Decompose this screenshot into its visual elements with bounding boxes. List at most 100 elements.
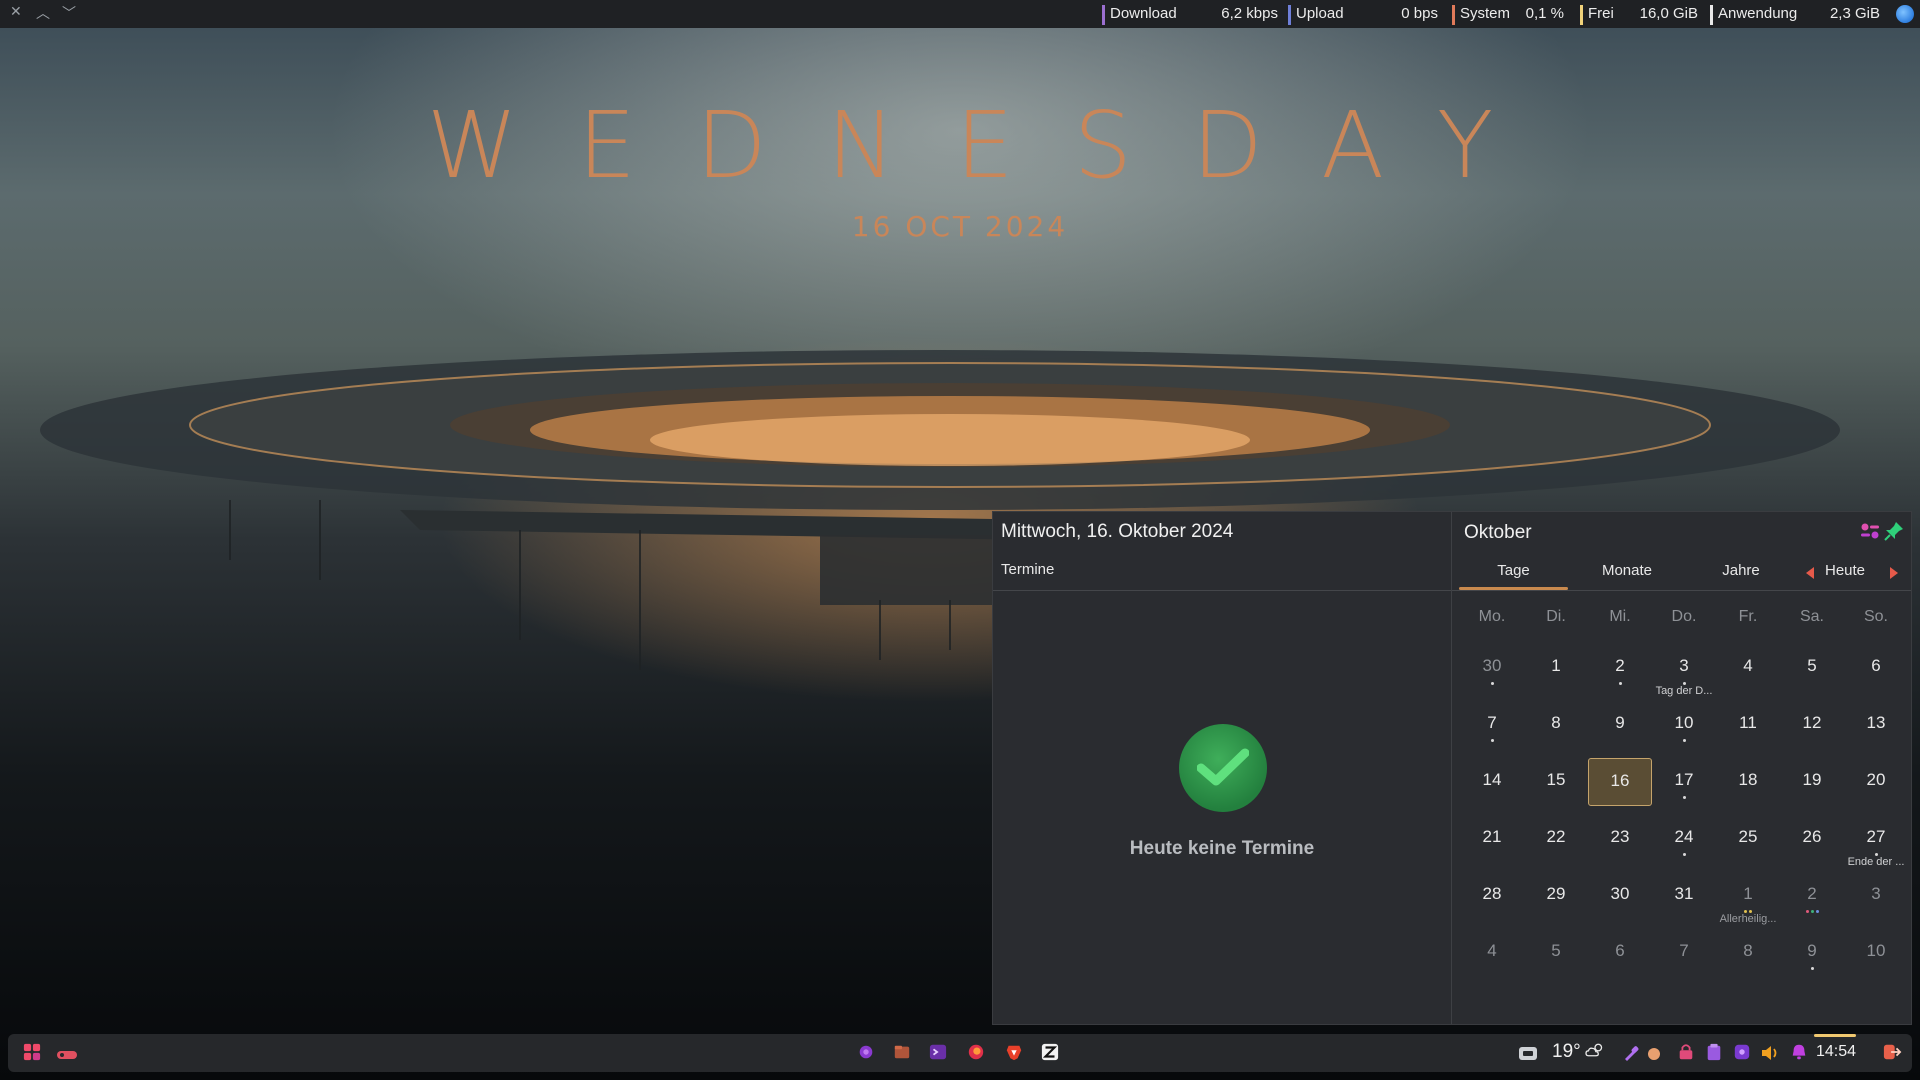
zed-editor-icon[interactable] <box>1040 1043 1060 1061</box>
event-label: Allerheilig... <box>1719 913 1777 925</box>
logout-icon[interactable] <box>1882 1043 1902 1061</box>
tab-years[interactable]: Jahre <box>1686 562 1796 579</box>
day-cell[interactable]: 8 <box>1716 929 1780 977</box>
settings-icon[interactable] <box>1859 520 1881 542</box>
chevron-down-icon[interactable]: ﹀ <box>62 3 76 23</box>
day-cell[interactable]: 18 <box>1716 758 1780 806</box>
day-cell[interactable]: 11 <box>1716 701 1780 749</box>
day-cell[interactable]: 5 <box>1524 929 1588 977</box>
day-cell[interactable]: 3 Tag der D... <box>1652 644 1716 697</box>
day-number: 10 <box>1866 941 1886 960</box>
brave-icon[interactable] <box>1004 1043 1024 1061</box>
cpu-label: System <box>1460 5 1511 22</box>
day-cell[interactable]: 8 <box>1524 701 1588 749</box>
day-cell[interactable]: 13 <box>1844 701 1908 749</box>
divider <box>1452 590 1911 591</box>
event-label: Tag der D... <box>1655 685 1713 697</box>
upload-monitor[interactable]: Upload 0 bps <box>1288 5 1438 25</box>
day-cell[interactable]: 5 <box>1780 644 1844 692</box>
day-cell[interactable]: 15 <box>1524 758 1588 806</box>
day-cell[interactable]: 31 <box>1652 872 1716 920</box>
weekday-header: Mi. <box>1609 608 1631 625</box>
day-cell[interactable]: 25 <box>1716 815 1780 863</box>
chevron-up-icon[interactable]: ︿ <box>36 3 50 23</box>
color-picker-icon[interactable] <box>1622 1044 1640 1062</box>
wallpaper-day-title: WEDNESDAY <box>426 92 1554 199</box>
day-cell[interactable]: 6 <box>1844 644 1908 692</box>
tab-days[interactable]: Tage <box>1459 562 1568 579</box>
day-number: 5 <box>1807 656 1817 675</box>
day-number: 30 <box>1482 656 1502 675</box>
day-cell-today[interactable]: 16 <box>1588 758 1652 806</box>
cpu-monitor[interactable]: System 0,1 % <box>1452 5 1564 25</box>
day-cell[interactable]: 29 <box>1524 872 1588 920</box>
free-memory-monitor[interactable]: Frei 16,0 GiB <box>1580 5 1698 25</box>
day-number: 9 <box>1807 941 1817 960</box>
vault-icon[interactable] <box>1676 1043 1696 1061</box>
terminal-icon[interactable] <box>928 1043 948 1061</box>
day-cell[interactable]: 12 <box>1780 701 1844 749</box>
day-cell[interactable]: 23 <box>1588 815 1652 863</box>
record-icon[interactable] <box>1646 1045 1662 1063</box>
day-cell[interactable]: 1 Allerheilig... <box>1716 872 1780 925</box>
day-number: 13 <box>1866 713 1886 732</box>
day-cell[interactable]: 19 <box>1780 758 1844 806</box>
day-cell[interactable]: 7 <box>1652 929 1716 977</box>
month-title[interactable]: Oktober <box>1464 522 1532 544</box>
day-cell[interactable]: 24 <box>1652 815 1716 863</box>
day-cell[interactable]: 10 <box>1652 701 1716 749</box>
day-cell[interactable]: 7 <box>1460 701 1524 749</box>
previous-month-icon[interactable] <box>1804 566 1818 580</box>
day-cell[interactable]: 2 <box>1588 644 1652 692</box>
app-memory-monitor[interactable]: Anwendung 2,3 GiB <box>1710 5 1880 25</box>
day-cell[interactable]: 22 <box>1524 815 1588 863</box>
app-launcher-icon[interactable] <box>22 1043 42 1061</box>
day-cell[interactable]: 30 <box>1588 872 1652 920</box>
close-icon[interactable]: ✕ <box>10 3 22 20</box>
event-dots <box>1588 682 1652 686</box>
day-cell[interactable]: 9 <box>1780 929 1844 977</box>
day-cell[interactable]: 26 <box>1780 815 1844 863</box>
clock[interactable]: 14:54 <box>1816 1043 1856 1061</box>
day-cell[interactable]: 28 <box>1460 872 1524 920</box>
next-month-icon[interactable] <box>1886 566 1900 580</box>
tab-months[interactable]: Monate <box>1572 562 1682 579</box>
partly-cloudy-icon[interactable] <box>1582 1041 1608 1059</box>
day-cell[interactable]: 4 <box>1460 929 1524 977</box>
today-button[interactable]: Heute <box>1825 562 1865 579</box>
day-cell[interactable]: 6 <box>1588 929 1652 977</box>
event-dots <box>1460 682 1524 686</box>
event-dots <box>1652 739 1716 743</box>
day-cell[interactable]: 21 <box>1460 815 1524 863</box>
day-cell[interactable]: 14 <box>1460 758 1524 806</box>
globe-icon[interactable] <box>1896 5 1914 23</box>
day-cell[interactable]: 1 <box>1524 644 1588 692</box>
window-switcher-icon[interactable] <box>56 1046 78 1064</box>
day-cell[interactable]: 10 <box>1844 929 1908 977</box>
day-number: 5 <box>1551 941 1561 960</box>
day-number: 1 <box>1551 656 1561 675</box>
notification-icon[interactable] <box>1790 1043 1808 1061</box>
event-dot <box>1810 967 1814 970</box>
day-cell[interactable]: 9 <box>1588 701 1652 749</box>
download-monitor[interactable]: Download 6,2 kbps <box>1102 5 1278 25</box>
volume-icon[interactable] <box>1760 1044 1780 1062</box>
day-cell[interactable]: 3 <box>1844 872 1908 920</box>
day-cell[interactable]: 30 <box>1460 644 1524 692</box>
clock-active-indicator <box>1814 1034 1856 1037</box>
day-cell[interactable]: 27 Ende der ... <box>1844 815 1908 868</box>
weather-widget-icon[interactable] <box>1518 1044 1538 1062</box>
day-cell[interactable]: 20 <box>1844 758 1908 806</box>
weekday-header: Di. <box>1546 608 1566 625</box>
pin-icon[interactable] <box>1883 520 1905 542</box>
temperature[interactable]: 19° <box>1552 1041 1581 1063</box>
day-cell[interactable]: 17 <box>1652 758 1716 806</box>
firefox-icon[interactable] <box>966 1043 986 1061</box>
clipboard-icon[interactable] <box>1704 1043 1724 1061</box>
day-number: 28 <box>1482 884 1502 903</box>
app-icon-purple[interactable] <box>1732 1043 1752 1061</box>
app-icon-purple-spiral[interactable] <box>856 1043 876 1061</box>
files-icon[interactable] <box>892 1043 912 1061</box>
day-cell[interactable]: 2 <box>1780 872 1844 920</box>
day-cell[interactable]: 4 <box>1716 644 1780 692</box>
